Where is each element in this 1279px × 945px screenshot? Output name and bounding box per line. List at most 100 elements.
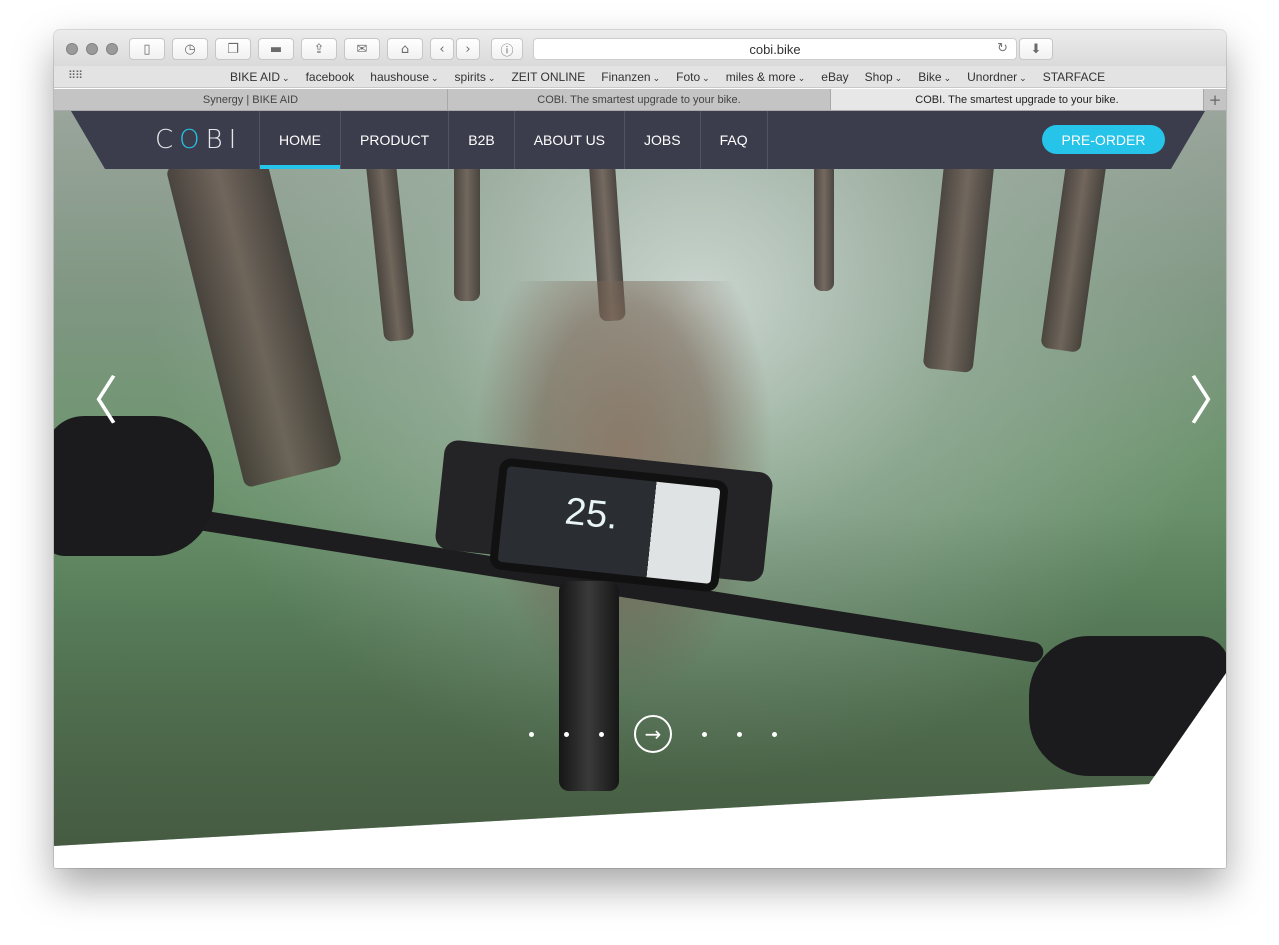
- reload-icon[interactable]: ↻: [997, 41, 1008, 56]
- tab-cobi-active[interactable]: COBI. The smartest upgrade to your bike.: [831, 89, 1204, 110]
- tab-synergy[interactable]: Synergy | BIKE AID: [54, 89, 448, 110]
- browser-toolbar: ▯ ◷ ❐ ▬ ⇪ ✉ ⌂ ‹ › ⓘ cobi.bike ↻ ⬇: [54, 30, 1226, 66]
- nav-label: FAQ: [719, 132, 748, 148]
- bookmark-item[interactable]: STARFACE: [1035, 70, 1113, 84]
- bookmark-item[interactable]: eBay: [813, 70, 856, 84]
- nav-faq[interactable]: FAQ: [701, 111, 768, 169]
- nav-about-us[interactable]: ABOUT US: [515, 111, 626, 169]
- logo-bi: BI: [205, 125, 243, 155]
- phone-screen: 25.: [497, 466, 721, 584]
- chevron-down-icon: ⌄: [894, 74, 903, 84]
- tabs-overview-button[interactable]: ❐: [215, 38, 251, 60]
- tab-title: Synergy | BIKE AID: [202, 93, 299, 106]
- history-button[interactable]: ◷: [172, 38, 208, 60]
- new-tab-button[interactable]: +: [1204, 89, 1226, 110]
- window-controls: [66, 43, 118, 55]
- logo-c: C: [155, 125, 180, 155]
- bookmark-label: haushouse: [370, 70, 429, 84]
- slider-prev-icon[interactable]: 〈: [66, 359, 118, 434]
- nav-jobs[interactable]: JOBS: [625, 111, 701, 169]
- bookmark-item[interactable]: Foto ⌄: [668, 70, 718, 84]
- bookmark-label: Finanzen: [601, 70, 651, 84]
- nav-b2b[interactable]: B2B: [449, 111, 515, 169]
- slider-dot[interactable]: [564, 731, 569, 737]
- smartphone: 25.: [488, 457, 730, 593]
- bookmark-item[interactable]: haushouse ⌄: [362, 70, 446, 84]
- print-button[interactable]: ▬: [258, 38, 294, 60]
- bookmark-item[interactable]: spirits ⌄: [447, 70, 504, 84]
- nav-label: ABOUT US: [533, 132, 606, 148]
- bookmark-item[interactable]: Bike ⌄: [910, 70, 959, 84]
- bookmark-label: Bike: [918, 70, 942, 84]
- tree-trunk: [454, 151, 480, 301]
- bookmark-item[interactable]: miles & more ⌄: [718, 70, 814, 84]
- bookmark-label: miles & more: [725, 70, 796, 84]
- slider-dot[interactable]: [529, 731, 534, 737]
- bike-stem: [559, 581, 619, 791]
- bookmark-item[interactable]: ZEIT ONLINE: [503, 70, 593, 84]
- minimize-window-button[interactable]: [86, 43, 98, 55]
- slider-dot[interactable]: [702, 731, 707, 737]
- logo-o: O: [179, 125, 206, 155]
- bookmark-label: Unordner: [967, 70, 1018, 84]
- share-icon: ⇪: [313, 41, 325, 57]
- site-navigation: COBI HOME PRODUCT B2B ABOUT US JOBS FAQ …: [71, 111, 1205, 169]
- bookmark-item[interactable]: BIKE AID ⌄: [222, 70, 298, 84]
- address-bar[interactable]: cobi.bike ↻: [533, 38, 1017, 60]
- forward-button[interactable]: ›: [456, 38, 480, 60]
- history-icon: ◷: [184, 41, 196, 57]
- nav-label: HOME: [279, 132, 321, 148]
- forward-icon: ›: [465, 41, 471, 57]
- tab-title: COBI. The smartest upgrade to your bike.: [915, 93, 1119, 106]
- nav-menu: HOME PRODUCT B2B ABOUT US JOBS FAQ: [259, 111, 768, 169]
- back-icon: ‹: [439, 41, 445, 57]
- bookmark-item[interactable]: facebook: [298, 70, 363, 84]
- slider-dot[interactable]: [772, 731, 777, 737]
- left-glove: [54, 416, 214, 556]
- chevron-down-icon: ⌄: [487, 74, 496, 84]
- cobi-logo[interactable]: COBI: [155, 125, 242, 155]
- back-button[interactable]: ‹: [430, 38, 454, 60]
- slider-dot[interactable]: [599, 731, 604, 737]
- downloads-icon: ⬇: [1030, 41, 1042, 57]
- bookmarks-bar: ⠿⠿ BIKE AID ⌄ facebook haushouse ⌄ spirits ⌄ ZE…: [54, 66, 1226, 88]
- slider-next-icon[interactable]: 〉: [1189, 359, 1226, 434]
- print-icon: ▬: [269, 41, 283, 57]
- slider-pagination: →: [514, 715, 792, 753]
- nav-product[interactable]: PRODUCT: [341, 111, 450, 169]
- bookmark-label: Foto: [676, 70, 701, 84]
- tree-trunk: [363, 139, 415, 343]
- downloads-button[interactable]: ⬇: [1019, 38, 1053, 60]
- chevron-down-icon: ⌄: [282, 74, 290, 84]
- mail-button[interactable]: ✉: [344, 38, 380, 60]
- tab-cobi-1[interactable]: COBI. The smartest upgrade to your bike.: [448, 89, 831, 110]
- privacy-icon: ⓘ: [500, 43, 514, 59]
- bookmark-label: ZEIT ONLINE: [511, 70, 586, 84]
- apps-grid-icon[interactable]: ⠿⠿: [68, 69, 83, 82]
- tab-title: COBI. The smartest upgrade to your bike.: [537, 93, 741, 106]
- tabs-overview-icon: ❐: [227, 41, 239, 57]
- bookmark-label: eBay: [821, 70, 849, 84]
- url-text: cobi.bike: [749, 41, 801, 57]
- sidebar-button[interactable]: ▯: [129, 38, 165, 60]
- slider-dot[interactable]: [737, 731, 742, 737]
- bookmark-item[interactable]: Shop ⌄: [857, 70, 911, 84]
- nav-label: PRODUCT: [360, 132, 430, 148]
- speed-readout: 25.: [562, 490, 620, 538]
- tree-trunk: [922, 148, 996, 374]
- home-button[interactable]: ⌂: [387, 38, 423, 60]
- chevron-down-icon: ⌄: [797, 74, 806, 84]
- bookmark-item[interactable]: Unordner ⌄: [959, 70, 1035, 84]
- slider-dot-active[interactable]: →: [634, 715, 672, 753]
- nav-home[interactable]: HOME: [259, 111, 341, 169]
- bookmark-item[interactable]: Finanzen ⌄: [593, 70, 668, 84]
- close-window-button[interactable]: [66, 43, 78, 55]
- tree-trunk: [814, 151, 834, 291]
- bookmark-label: Shop: [864, 70, 893, 84]
- home-icon: ⌂: [400, 41, 410, 57]
- privacy-button[interactable]: ⓘ: [491, 38, 523, 60]
- pre-order-button[interactable]: PRE-ORDER: [1042, 125, 1165, 154]
- chevron-down-icon: ⌄: [431, 74, 439, 84]
- share-button[interactable]: ⇪: [301, 38, 337, 60]
- zoom-window-button[interactable]: [106, 43, 118, 55]
